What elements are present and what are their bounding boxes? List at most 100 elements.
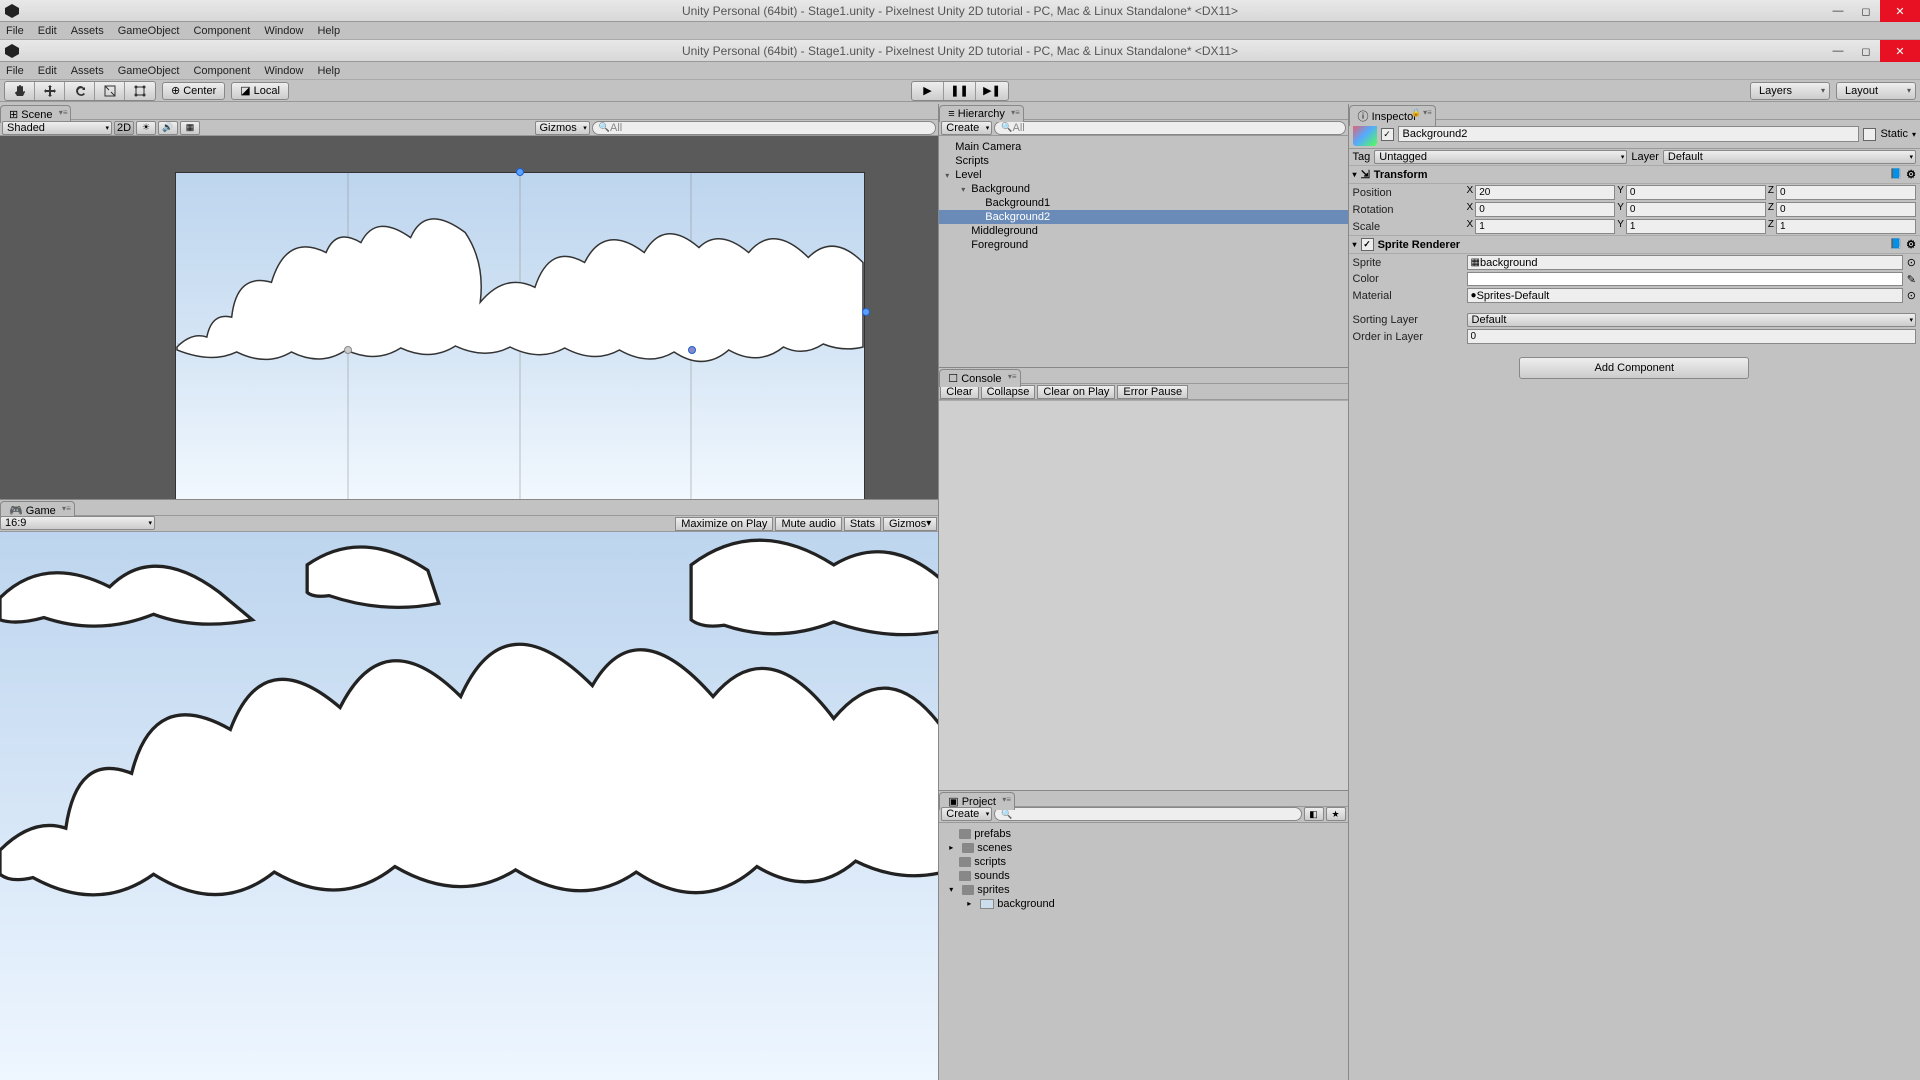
rotate-tool[interactable] [65, 82, 95, 100]
menu-help[interactable]: Help [317, 25, 340, 37]
project-folder-sprites[interactable]: ▾sprites [939, 883, 1347, 897]
menu-gameobject[interactable]: GameObject [118, 65, 180, 77]
tab-menu-icon[interactable]: ▾≡ [1011, 108, 1020, 117]
project-folder-prefabs[interactable]: prefabs [939, 827, 1347, 841]
hierarchy-item-main-camera[interactable]: Main Camera [939, 140, 1347, 154]
project-filter-icon[interactable]: ◧ [1304, 807, 1324, 821]
add-component-button[interactable]: Add Component [1519, 357, 1749, 379]
menu-assets[interactable]: Assets [71, 65, 104, 77]
mode-2d-toggle[interactable]: 2D [114, 121, 134, 135]
scene-search[interactable]: 🔍All [592, 121, 937, 135]
layout-dropdown[interactable]: Layout [1836, 82, 1916, 100]
transform-handle[interactable] [516, 168, 524, 176]
scale-x-field[interactable] [1475, 219, 1615, 234]
scale-z-field[interactable] [1776, 219, 1916, 234]
menu-help[interactable]: Help [317, 65, 340, 77]
console-error-pause-toggle[interactable]: Error Pause [1117, 385, 1188, 399]
hierarchy-item-background1[interactable]: Background1 [939, 196, 1347, 210]
component-gear-icon[interactable]: ⚙ [1906, 238, 1916, 251]
project-tree[interactable]: prefabs ▸scenes scripts sounds ▾sprites … [939, 823, 1347, 1080]
menu-window[interactable]: Window [264, 25, 303, 37]
menu-component[interactable]: Component [193, 25, 250, 37]
minimize-button[interactable]: — [1824, 0, 1852, 22]
transform-component-header[interactable]: ▾⇲ Transform 📘 ⚙ [1349, 165, 1920, 184]
mute-audio-toggle[interactable]: Mute audio [775, 517, 841, 531]
transform-handle[interactable] [862, 308, 870, 316]
project-folder-sounds[interactable]: sounds [939, 869, 1347, 883]
menu-file[interactable]: File [6, 25, 24, 37]
hierarchy-item-middleground[interactable]: Middleground [939, 224, 1347, 238]
eyedropper-icon[interactable]: ✎ [1907, 273, 1916, 286]
console-clear-button[interactable]: Clear [940, 385, 978, 399]
layer-dropdown[interactable]: Default [1663, 150, 1916, 164]
position-x-field[interactable] [1475, 185, 1615, 200]
gizmos-dropdown[interactable]: Gizmos [535, 121, 590, 135]
project-search[interactable]: 🔍 [994, 807, 1301, 821]
menu-component[interactable]: Component [193, 65, 250, 77]
fx-toggle[interactable]: ▦ [180, 121, 200, 135]
game-gizmos-dropdown[interactable]: Gizmos ▾ [883, 517, 937, 531]
hierarchy-create-dropdown[interactable]: Create [941, 121, 992, 135]
project-asset-background[interactable]: ▸background [939, 897, 1347, 911]
rotation-x-field[interactable] [1475, 202, 1615, 217]
active-checkbox[interactable]: ✓ [1381, 128, 1394, 141]
static-checkbox[interactable] [1863, 128, 1876, 141]
move-tool[interactable] [35, 82, 65, 100]
material-field[interactable]: ● Sprites-Default [1467, 288, 1903, 303]
hierarchy-item-scripts[interactable]: Scripts [939, 154, 1347, 168]
close-button[interactable]: ✕ [1880, 0, 1920, 22]
sprite-renderer-component-header[interactable]: ▾✓ Sprite Renderer 📘 ⚙ [1349, 235, 1920, 254]
inner-close-button[interactable]: ✕ [1880, 40, 1920, 62]
game-viewport[interactable] [0, 532, 938, 1080]
hierarchy-item-background[interactable]: ▾Background [939, 182, 1347, 196]
component-gear-icon[interactable]: ⚙ [1906, 168, 1916, 181]
object-picker-icon[interactable]: ⊙ [1907, 289, 1916, 302]
aspect-dropdown[interactable]: 16:9 [0, 516, 155, 530]
hierarchy-item-background2[interactable]: Background2 [939, 210, 1347, 224]
order-in-layer-field[interactable] [1467, 329, 1916, 344]
rect-tool[interactable] [125, 82, 155, 100]
object-name-field[interactable] [1398, 126, 1860, 142]
menu-gameobject[interactable]: GameObject [118, 25, 180, 37]
sprite-renderer-enabled-checkbox[interactable]: ✓ [1361, 238, 1374, 251]
menu-edit[interactable]: Edit [38, 25, 57, 37]
pause-button[interactable]: ❚❚ [944, 82, 976, 100]
local-global-toggle[interactable]: ◪ Local [231, 82, 289, 100]
object-picker-icon[interactable]: ⊙ [1907, 256, 1916, 269]
project-folder-scripts[interactable]: scripts [939, 855, 1347, 869]
project-folder-scenes[interactable]: ▸scenes [939, 841, 1347, 855]
scene-viewport[interactable] [0, 136, 938, 499]
hand-tool[interactable] [5, 82, 35, 100]
hierarchy-item-level[interactable]: ▾Level [939, 168, 1347, 182]
console-output[interactable] [939, 400, 1347, 790]
component-help-icon[interactable]: 📘 [1890, 239, 1902, 250]
rotation-y-field[interactable] [1626, 202, 1766, 217]
menu-file[interactable]: File [6, 65, 24, 77]
lighting-toggle[interactable]: ☀ [136, 121, 156, 135]
rotation-z-field[interactable] [1776, 202, 1916, 217]
project-save-icon[interactable]: ★ [1326, 807, 1346, 821]
stats-toggle[interactable]: Stats [844, 517, 881, 531]
hierarchy-tree[interactable]: Main Camera Scripts ▾Level ▾Background B… [939, 136, 1347, 367]
menu-window[interactable]: Window [264, 65, 303, 77]
console-tab[interactable]: ☐ Console▾≡ [939, 369, 1020, 387]
audio-toggle[interactable]: 🔊 [158, 121, 178, 135]
tag-dropdown[interactable]: Untagged [1374, 150, 1627, 164]
menu-edit[interactable]: Edit [38, 65, 57, 77]
menu-assets[interactable]: Assets [71, 25, 104, 37]
play-button[interactable]: ▶ [912, 82, 944, 100]
sprite-field[interactable]: ▦ background [1467, 255, 1903, 270]
step-button[interactable]: ▶❚ [976, 82, 1008, 100]
scale-tool[interactable] [95, 82, 125, 100]
inner-maximize-button[interactable]: ◻ [1852, 40, 1880, 62]
console-clear-on-play-toggle[interactable]: Clear on Play [1037, 385, 1115, 399]
inspector-tab[interactable]: ⓘ Inspector🔒 ▾≡ [1349, 105, 1436, 126]
transform-handle[interactable] [344, 346, 352, 354]
position-z-field[interactable] [1776, 185, 1916, 200]
pivot-center-toggle[interactable]: ⊕ Center [162, 82, 225, 100]
tab-menu-icon[interactable]: ▾≡ [59, 108, 68, 117]
inner-minimize-button[interactable]: — [1824, 40, 1852, 62]
layers-dropdown[interactable]: Layers [1750, 82, 1830, 100]
hierarchy-tab[interactable]: ≡ Hierarchy▾≡ [939, 105, 1024, 122]
hierarchy-search[interactable]: 🔍All [994, 121, 1345, 135]
